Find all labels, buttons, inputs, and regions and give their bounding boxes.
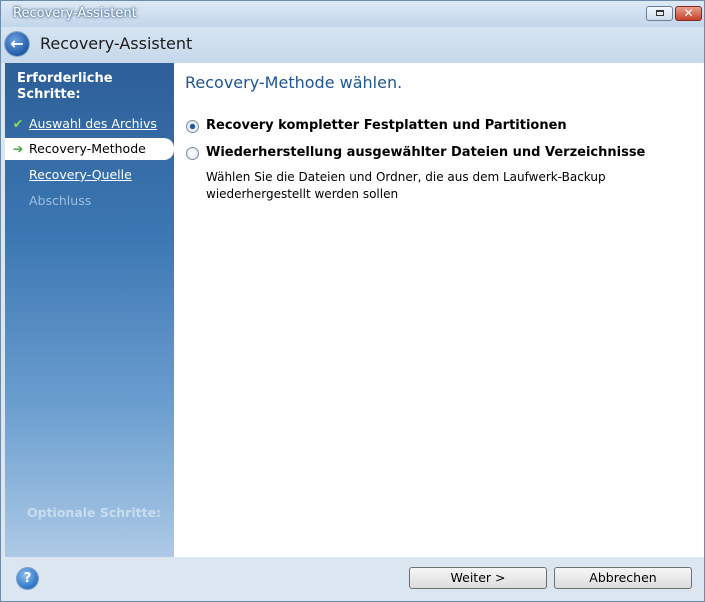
sidebar-item-recovery-method[interactable]: ➔ Recovery-Methode bbox=[5, 138, 174, 160]
back-arrow-icon: ← bbox=[10, 34, 24, 53]
cancel-button[interactable]: Abbrechen bbox=[554, 567, 692, 589]
wizard-footer: ? Weiter > Abbrechen bbox=[1, 557, 704, 601]
radio-button-unchecked[interactable] bbox=[186, 147, 199, 160]
sidebar-item-label: Auswahl des Archivs bbox=[29, 116, 157, 131]
sidebar-item-recovery-source[interactable]: Recovery-Quelle bbox=[5, 164, 174, 186]
restore-button[interactable] bbox=[646, 6, 673, 21]
wizard-title: Recovery-Assistent bbox=[40, 34, 193, 53]
optional-steps-heading: Optionale Schritte: bbox=[27, 505, 162, 520]
radio-button-checked[interactable] bbox=[186, 120, 199, 133]
wizard-header: ← Recovery-Assistent bbox=[1, 27, 704, 63]
window-title: Recovery-Assistent bbox=[13, 6, 137, 21]
sidebar-item-finish: Abschluss bbox=[5, 190, 174, 212]
title-bar: Recovery-Assistent ✕ bbox=[1, 1, 704, 27]
close-button[interactable]: ✕ bbox=[675, 6, 702, 21]
option-description: Wählen Sie die Dateien und Ordner, die a… bbox=[206, 170, 606, 201]
main-panel: Recovery-Methode wählen. Recovery komple… bbox=[174, 63, 704, 557]
help-button[interactable]: ? bbox=[17, 568, 38, 589]
sidebar-item-label: Abschluss bbox=[29, 193, 92, 208]
arrow-right-icon: ➔ bbox=[12, 141, 24, 156]
sidebar-item-archive-selection[interactable]: ✔ Auswahl des Archivs bbox=[5, 113, 174, 135]
close-icon: ✕ bbox=[683, 6, 694, 20]
back-button[interactable]: ← bbox=[5, 32, 29, 56]
sidebar-item-label: Recovery-Quelle bbox=[29, 167, 132, 182]
next-button[interactable]: Weiter > bbox=[409, 567, 547, 589]
steps-sidebar: Erforderliche Schritte: ✔ Auswahl des Ar… bbox=[5, 63, 174, 557]
option-label[interactable]: Wiederherstellung ausgewählter Dateien u… bbox=[206, 145, 645, 160]
restore-icon bbox=[656, 10, 664, 16]
required-steps-heading: Erforderliche Schritte: bbox=[17, 71, 113, 102]
recovery-wizard-window: Recovery-Assistent ✕ ← Recovery-Assisten… bbox=[0, 0, 705, 602]
sidebar-item-label: Recovery-Methode bbox=[29, 141, 146, 156]
option-label[interactable]: Recovery kompletter Festplatten und Part… bbox=[206, 118, 567, 133]
checkmark-icon: ✔ bbox=[12, 116, 24, 131]
help-icon: ? bbox=[23, 571, 32, 586]
page-title: Recovery-Methode wählen. bbox=[185, 73, 403, 92]
